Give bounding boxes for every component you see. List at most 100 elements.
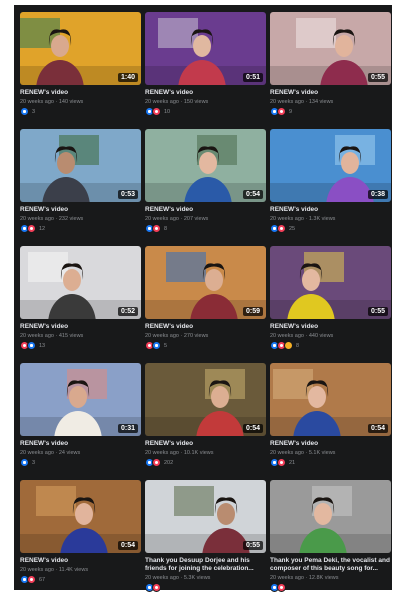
video-thumbnail[interactable] — [270, 480, 391, 553]
video-title[interactable]: RENEW's video — [145, 323, 266, 331]
video-meta: 20 weeks ago · 24 views — [20, 450, 81, 456]
reactions-row[interactable]: 5 — [145, 341, 266, 350]
video-title[interactable]: RENEW's video — [270, 440, 391, 448]
love-reaction-icon — [277, 583, 286, 592]
reaction-count: 10 — [164, 108, 171, 115]
video-card[interactable]: 0:59 RENEW's video 20 weeks ago · 270 view… — [145, 246, 266, 363]
video-thumbnail[interactable]: 0:54 — [270, 363, 391, 436]
video-thumbnail[interactable]: 0:55 — [270, 246, 391, 319]
reactions-row[interactable]: 21 — [270, 458, 391, 467]
haha-reaction-icon — [284, 341, 293, 350]
video-card[interactable]: 0:38 RENEW's video 20 weeks ago · 1.3K vie… — [270, 129, 391, 246]
video-meta: 20 weeks ago · 5.1K views — [270, 450, 336, 456]
video-thumbnail[interactable]: 0:54 — [145, 363, 266, 436]
video-title[interactable]: RENEW's video — [145, 206, 266, 214]
video-title[interactable]: RENEW's video — [20, 89, 141, 97]
love-reaction-icon — [277, 224, 286, 233]
video-duration: 0:55 — [367, 73, 388, 82]
reactions-row[interactable]: 12 — [20, 224, 141, 233]
love-reaction-icon — [152, 458, 161, 467]
reactions-row[interactable]: 3 — [20, 458, 141, 467]
video-meta: 20 weeks ago · 1.3K views — [270, 216, 336, 222]
video-thumbnail[interactable]: 0:55 — [270, 12, 391, 85]
video-title[interactable]: Thank you Pema Deki, the vocalist and co… — [270, 557, 391, 573]
video-card[interactable]: 0:54 RENEW's video 20 weeks ago · 5.1K vie… — [270, 363, 391, 480]
reactions-row[interactable] — [145, 583, 266, 592]
reactions-row[interactable]: 8 — [270, 341, 391, 350]
video-title[interactable]: RENEW's video — [145, 89, 266, 97]
video-title[interactable]: RENEW's video — [270, 206, 391, 214]
video-card[interactable]: 0:53 RENEW's video 20 weeks ago · 232 view… — [20, 129, 141, 246]
video-duration: 0:59 — [242, 307, 263, 316]
video-duration: 0:55 — [367, 307, 388, 316]
reactions-row[interactable]: 25 — [270, 224, 391, 233]
video-card[interactable]: 0:55 RENEW's video 20 weeks ago · 134 view… — [270, 12, 391, 129]
video-thumbnail[interactable]: 0:54 — [145, 129, 266, 202]
video-card[interactable]: 0:55 Thank you Desuup Dorjee and his frie… — [145, 480, 266, 597]
video-title[interactable]: Thank you Desuup Dorjee and his friends … — [145, 557, 266, 573]
video-thumbnail[interactable]: 0:59 — [145, 246, 266, 319]
video-thumbnail[interactable]: 0:55 — [145, 480, 266, 553]
video-duration: 0:38 — [367, 190, 388, 199]
reactions-row[interactable]: 9 — [270, 107, 391, 116]
video-duration: 0:54 — [117, 541, 138, 550]
video-grid-panel: 1:40 RENEW's video 20 weeks ago · 140 view… — [14, 5, 392, 592]
video-meta: 20 weeks ago · 5.3K views — [145, 575, 211, 581]
reaction-count: 3 — [32, 459, 36, 466]
video-thumbnail[interactable]: 0:53 — [20, 129, 141, 202]
video-title[interactable]: RENEW's video — [270, 323, 391, 331]
video-card[interactable]: 0:54 RENEW's video 20 weeks ago · 207 view… — [145, 129, 266, 246]
reactions-row[interactable]: 8 — [145, 224, 266, 233]
video-duration: 0:31 — [117, 424, 138, 433]
love-reaction-icon — [27, 575, 36, 584]
video-thumbnail[interactable]: 0:31 — [20, 363, 141, 436]
thumbnail-image — [270, 480, 391, 553]
video-card[interactable]: 0:54 RENEW's video 20 weeks ago · 11.4K vi… — [20, 480, 141, 597]
video-card[interactable]: 1:40 RENEW's video 20 weeks ago · 140 view… — [20, 12, 141, 129]
video-card[interactable]: Thank you Pema Deki, the vocalist and co… — [270, 480, 391, 597]
reaction-count: 8 — [164, 225, 168, 232]
video-title[interactable]: RENEW's video — [20, 440, 141, 448]
reactions-row[interactable]: 202 — [145, 458, 266, 467]
reactions-row[interactable]: 3 — [20, 107, 141, 116]
video-title[interactable]: RENEW's video — [20, 323, 141, 331]
video-title[interactable]: RENEW's video — [20, 557, 141, 565]
video-card[interactable]: 0:55 RENEW's video 20 weeks ago · 440 view… — [270, 246, 391, 363]
reaction-count: 25 — [289, 225, 296, 232]
video-meta: 20 weeks ago · 10.1K views — [145, 450, 214, 456]
video-title[interactable]: RENEW's video — [20, 206, 141, 214]
video-meta: 20 weeks ago · 12.8K views — [270, 575, 339, 581]
love-reaction-icon — [27, 224, 36, 233]
video-meta: 20 weeks ago · 134 views — [270, 99, 334, 105]
like-reaction-icon — [20, 107, 29, 116]
love-reaction-icon — [152, 583, 161, 592]
video-card[interactable]: 0:54 RENEW's video 20 weeks ago · 10.1K vi… — [145, 363, 266, 480]
video-card[interactable]: 0:31 RENEW's video 20 weeks ago · 24 views… — [20, 363, 141, 480]
video-grid: 1:40 RENEW's video 20 weeks ago · 140 view… — [20, 12, 391, 597]
like-reaction-icon — [152, 341, 161, 350]
reactions-row[interactable] — [270, 583, 391, 592]
video-thumbnail[interactable]: 0:52 — [20, 246, 141, 319]
video-meta: 20 weeks ago · 140 views — [20, 99, 84, 105]
video-title[interactable]: RENEW's video — [270, 89, 391, 97]
video-thumbnail[interactable]: 1:40 — [20, 12, 141, 85]
video-duration: 0:55 — [242, 541, 263, 550]
reaction-count: 67 — [39, 576, 46, 583]
video-thumbnail[interactable]: 0:51 — [145, 12, 266, 85]
video-card[interactable]: 0:52 RENEW's video 20 weeks ago · 415 view… — [20, 246, 141, 363]
reaction-count: 21 — [289, 459, 296, 466]
reactions-row[interactable]: 67 — [20, 575, 141, 584]
video-thumbnail[interactable]: 0:54 — [20, 480, 141, 553]
reaction-count: 5 — [164, 342, 168, 349]
video-duration: 1:40 — [117, 73, 138, 82]
reactions-row[interactable]: 13 — [20, 341, 141, 350]
video-card[interactable]: 0:51 RENEW's video 20 weeks ago · 150 view… — [145, 12, 266, 129]
video-meta: 20 weeks ago · 415 views — [20, 333, 84, 339]
video-title[interactable]: RENEW's video — [145, 440, 266, 448]
reaction-count: 8 — [296, 342, 300, 349]
video-meta: 20 weeks ago · 150 views — [145, 99, 209, 105]
reactions-row[interactable]: 10 — [145, 107, 266, 116]
video-thumbnail[interactable]: 0:38 — [270, 129, 391, 202]
video-duration: 0:54 — [367, 424, 388, 433]
love-reaction-icon — [152, 224, 161, 233]
